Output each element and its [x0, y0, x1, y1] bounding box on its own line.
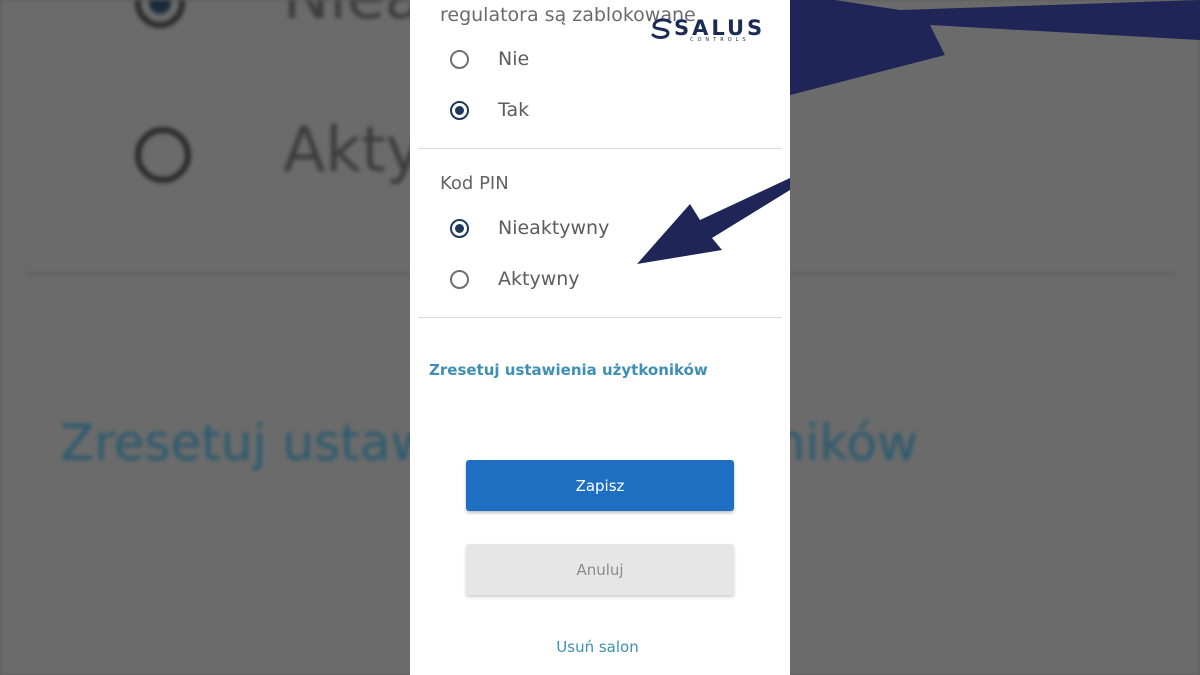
bg-radio-unselected	[135, 127, 191, 183]
section-divider	[418, 148, 782, 149]
radio-checked-icon[interactable]	[450, 100, 469, 120]
pin-option-inactive-label: Nieaktywny	[498, 217, 610, 239]
radio-unchecked-icon[interactable]	[450, 269, 469, 289]
lock-option-yes[interactable]: Tak	[450, 95, 529, 125]
lock-option-yes-label: Tak	[498, 99, 530, 121]
lock-option-no[interactable]: Nie	[450, 44, 529, 74]
bg-radio-selected	[135, 0, 185, 28]
video-frame: Nieaktywny Aktywny Zresetuj ustawienia u…	[0, 0, 1200, 675]
cancel-button[interactable]: Anuluj	[466, 544, 734, 595]
save-button[interactable]: Zapisz	[466, 460, 734, 511]
salus-logo: SALUS CONTROLS	[650, 16, 768, 43]
pin-option-inactive[interactable]: Nieaktywny	[450, 213, 609, 243]
radio-checked-icon[interactable]	[450, 218, 469, 238]
reset-user-settings-link[interactable]: Zresetuj ustawienia użytkoników	[429, 361, 708, 379]
pin-option-active-label: Aktywny	[498, 268, 580, 290]
delete-room-link[interactable]: Usuń salon	[410, 638, 785, 656]
pin-option-active[interactable]: Aktywny	[450, 264, 580, 294]
lock-option-no-label: Nie	[498, 48, 530, 70]
salus-swirl-icon	[651, 18, 672, 39]
section-divider	[418, 317, 782, 318]
phone-screen: regulatora są zablokowane Nie Tak Kod PI…	[410, 0, 790, 675]
radio-unchecked-icon[interactable]	[450, 49, 469, 69]
pin-section-title: Kod PIN	[440, 173, 509, 194]
logo-subtitle-text: CONTROLS	[690, 37, 750, 43]
